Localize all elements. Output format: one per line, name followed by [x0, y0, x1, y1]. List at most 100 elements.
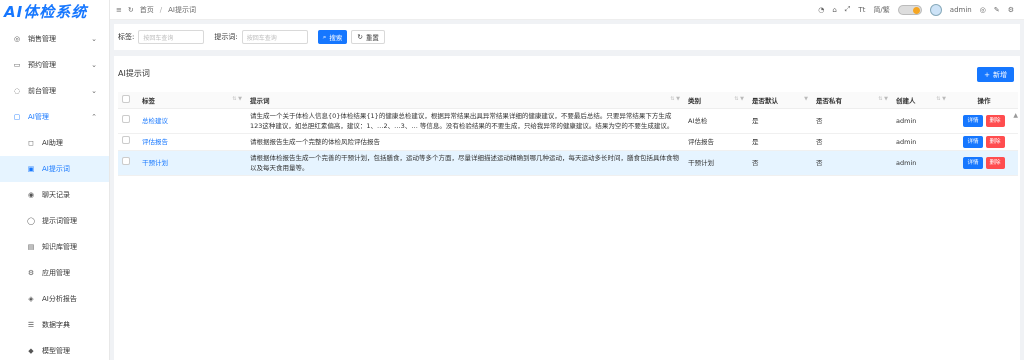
- row-select-cell[interactable]: [118, 108, 138, 134]
- sidebar-item-label: AI助理: [42, 139, 63, 147]
- sidebar-subitem-prompt-management[interactable]: ◯ 提示词管理: [0, 208, 109, 234]
- theme-toggle[interactable]: [897, 4, 922, 15]
- table-title: AI提示词: [118, 69, 150, 78]
- bulb-icon: ◯: [27, 217, 35, 225]
- row-checkbox[interactable]: [122, 157, 130, 165]
- sidebar-item-label: 预约管理: [28, 61, 56, 69]
- model-icon: ◆: [28, 347, 34, 355]
- sidebar-item-sales[interactable]: ◎ 销售管理 ⌄: [0, 26, 109, 52]
- sidebar-subitem-ai-prompt[interactable]: ▣ AI提示词: [0, 156, 109, 182]
- delete-button[interactable]: 删除: [985, 156, 1005, 169]
- tag-cell[interactable]: 评估报告: [138, 133, 246, 151]
- category-cell: AI总检: [684, 108, 748, 134]
- detail-button[interactable]: 详情: [963, 135, 983, 148]
- sidebar-subitem-data-dictionary[interactable]: ☰ 数据字典: [0, 312, 109, 338]
- column-header-private[interactable]: 是否私有 ⇅ ▼: [812, 92, 892, 109]
- home-icon[interactable]: ⌂: [832, 6, 836, 14]
- top-nav: ≡ ↻ 首页 / AI提示词 ◔ ⌂ ⤢ Tt 简/繁 admin ◎ ✎ ⚙: [110, 0, 1024, 20]
- row-checkbox[interactable]: [122, 136, 130, 144]
- column-header-label: 类别: [688, 96, 701, 105]
- search-icon: ⌕: [322, 32, 327, 41]
- column-header-default[interactable]: 是否默认 ▼: [748, 92, 812, 109]
- tag-label: 标签:: [118, 33, 135, 41]
- sidebar-subitem-app-management[interactable]: ⚙ 应用管理: [0, 260, 109, 286]
- sidebar-menu: ◎ 销售管理 ⌄ ▭ 预约管理 ⌄ ◌ 前台管理 ⌄ ▢ AI管理 ⌃ ◻ AI…: [0, 26, 109, 360]
- github-icon[interactable]: ◎: [980, 6, 986, 14]
- sidebar-subitem-knowledge-base[interactable]: ▤ 知识库管理: [0, 234, 109, 260]
- delete-button[interactable]: 删除: [985, 114, 1005, 127]
- scroll-up-icon[interactable]: ▲: [1013, 112, 1018, 119]
- refresh-icon[interactable]: ↻: [128, 6, 134, 14]
- settings-icon[interactable]: ⚙: [1008, 6, 1014, 14]
- sort-filter-icon[interactable]: ⇅ ▼: [232, 96, 242, 102]
- private-cell: 否: [812, 133, 892, 151]
- column-header-label: 创建人: [896, 96, 916, 105]
- sidebar-item-appointment[interactable]: ▭ 预约管理 ⌄: [0, 52, 109, 78]
- sidebar-item-label: 知识库管理: [42, 243, 77, 251]
- select-all-cell[interactable]: [118, 92, 138, 109]
- actions-cell: 详情 删除: [950, 108, 1018, 134]
- prompt-table: 标签 ⇅ ▼ 提示词 ⇅ ▼ 类别 ⇅ ▼ 是否默认 ▼ 是否私有 ⇅ ▼ 创建人 ⇅ ▼ …: [118, 92, 1018, 176]
- sidebar-item-ai-management[interactable]: ▢ AI管理 ⌃: [0, 104, 109, 130]
- table-card: AI提示词 + 新增 标签 ⇅ ▼ 提示词 ⇅ ▼ 类别 ⇅ ▼ 是否默认 ▼ 是否私有…: [114, 56, 1020, 360]
- notification-icon[interactable]: ◔: [818, 6, 824, 14]
- breadcrumb-current: AI提示词: [168, 5, 196, 14]
- language-switch[interactable]: 简/繁: [873, 5, 889, 15]
- prompt-icon: ▣: [27, 165, 35, 173]
- column-header-tag[interactable]: 标签 ⇅ ▼: [138, 92, 246, 109]
- plus-icon: +: [984, 70, 990, 79]
- column-header-label: 提示词: [250, 96, 270, 105]
- sidebar-item-frontdesk[interactable]: ◌ 前台管理 ⌄: [0, 78, 109, 104]
- prompt-search-input[interactable]: 按回车查询: [241, 30, 308, 44]
- sort-filter-icon[interactable]: ⇅ ▼: [878, 96, 888, 102]
- detail-button[interactable]: 详情: [963, 156, 983, 169]
- row-select-cell[interactable]: [118, 133, 138, 151]
- column-header-label: 标签: [142, 96, 155, 105]
- sort-filter-icon[interactable]: ⇅ ▼: [936, 96, 946, 102]
- row-checkbox[interactable]: [122, 115, 130, 123]
- table-header-row: 标签 ⇅ ▼ 提示词 ⇅ ▼ 类别 ⇅ ▼ 是否默认 ▼ 是否私有 ⇅ ▼ 创建人 ⇅ ▼ …: [118, 92, 1018, 109]
- row-select-cell[interactable]: [118, 150, 138, 176]
- prompt-label: 提示词:: [214, 33, 238, 41]
- breadcrumb-home[interactable]: 首页: [140, 5, 154, 15]
- reset-button[interactable]: ↻ 重置: [351, 30, 385, 44]
- sidebar-item-label: 数据字典: [42, 321, 70, 329]
- select-all-checkbox[interactable]: [122, 94, 130, 103]
- delete-button[interactable]: 删除: [985, 135, 1005, 148]
- prompt-cell: 请根据报告生成一个完整的体检风险评估报告: [246, 133, 684, 151]
- avatar[interactable]: [929, 3, 942, 16]
- column-header-creator[interactable]: 创建人 ⇅ ▼: [892, 92, 950, 109]
- column-header-category[interactable]: 类别 ⇅ ▼: [684, 92, 748, 109]
- creator-cell: admin: [892, 108, 950, 134]
- menu-toggle-icon[interactable]: ≡: [116, 6, 122, 14]
- sort-filter-icon[interactable]: ⇅ ▼: [670, 96, 680, 102]
- reset-button-label: 重置: [365, 34, 379, 42]
- actions-cell: 详情 删除: [950, 150, 1018, 176]
- sort-filter-icon[interactable]: ▼: [804, 96, 808, 102]
- fullscreen-icon[interactable]: ⤢: [845, 5, 851, 14]
- sidebar-subitem-ai-assistant[interactable]: ◻ AI助理: [0, 130, 109, 156]
- sidebar-subitem-model-management[interactable]: ◆ 模型管理: [0, 338, 109, 360]
- tag-search-input[interactable]: 按回车查询: [138, 30, 205, 44]
- search-button[interactable]: ⌕ 搜索: [317, 30, 348, 44]
- sidebar-subitem-ai-report[interactable]: ◈ AI分析报告: [0, 286, 109, 312]
- column-header-label: 是否私有: [816, 96, 842, 105]
- search-bar: 标签: 按回车查询 提示词: 按回车查询 ⌕ 搜索 ↻ 重置: [114, 24, 1020, 50]
- sidebar-item-label: AI提示词: [42, 165, 70, 173]
- username[interactable]: admin: [950, 6, 972, 14]
- prompt-cell: 请生成一个关于体检人信息{0}体检结果{1}的健康总检建议，根据异常结果出具异常…: [246, 108, 684, 134]
- font-size-icon[interactable]: Tt: [858, 6, 865, 14]
- table-row: 总检建议 请生成一个关于体检人信息{0}体检结果{1}的健康总检建议，根据异常结…: [118, 108, 1018, 134]
- creator-cell: admin: [892, 150, 950, 176]
- add-button[interactable]: + 新增: [977, 67, 1014, 82]
- tag-cell[interactable]: 总检建议: [138, 108, 246, 134]
- private-cell: 否: [812, 150, 892, 176]
- detail-button[interactable]: 详情: [963, 114, 983, 127]
- edit-icon[interactable]: ✎: [994, 6, 1000, 14]
- sidebar-subitem-chat-history[interactable]: ◉ 聊天记录: [0, 182, 109, 208]
- sort-filter-icon[interactable]: ⇅ ▼: [734, 96, 744, 102]
- table-row: 评估报告 请根据报告生成一个完整的体检风险评估报告 评估报告 是 否 admin…: [118, 133, 1018, 151]
- tag-cell[interactable]: 干预计划: [138, 150, 246, 176]
- ai-icon: ▢: [13, 113, 21, 121]
- column-header-prompt[interactable]: 提示词 ⇅ ▼: [246, 92, 684, 109]
